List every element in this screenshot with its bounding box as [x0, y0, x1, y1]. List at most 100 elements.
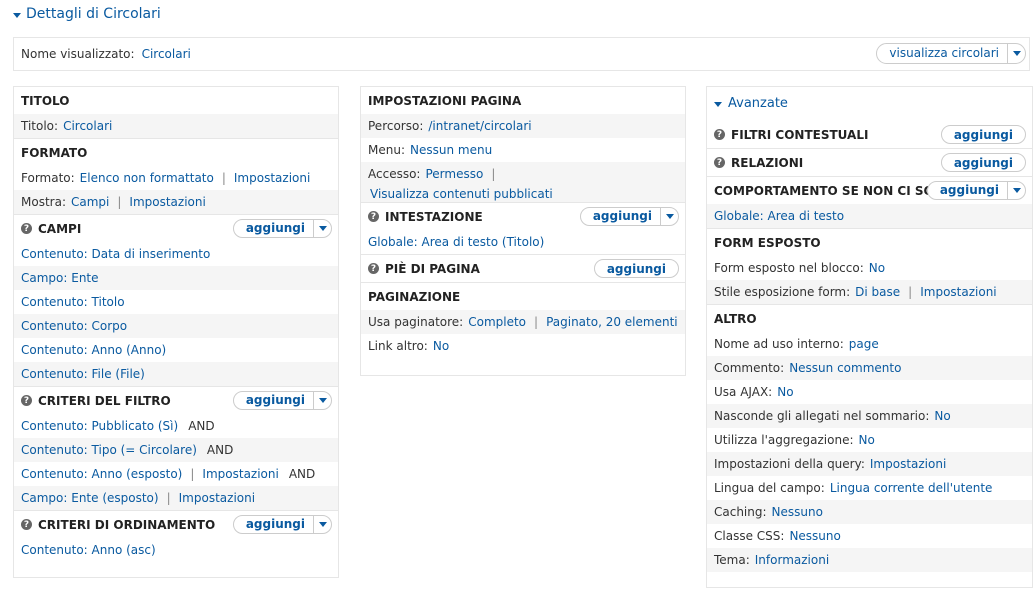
filter-add-dropbutton[interactable]: aggiungi: [232, 391, 332, 410]
title-link[interactable]: Circolari: [63, 119, 112, 133]
other-value-link[interactable]: Nessuno: [772, 505, 823, 519]
field-link[interactable]: Contenuto: Titolo: [21, 295, 125, 309]
filter-link[interactable]: Contenuto: Tipo (= Circolare): [21, 443, 197, 457]
help-icon[interactable]: ?: [714, 157, 725, 168]
relationships-add-button[interactable]: aggiungi: [940, 153, 1026, 172]
other-value-link[interactable]: Informazioni: [755, 553, 829, 567]
chevron-down-icon: [665, 214, 674, 219]
contextual-add-button[interactable]: aggiungi: [940, 125, 1026, 144]
no-results-item-link[interactable]: Globale: Area di testo: [714, 209, 844, 223]
format-settings-link[interactable]: Impostazioni: [234, 171, 310, 185]
no-results-header-text: COMPORTAMENTO SE NON CI SONO RISULTATI: [714, 183, 938, 198]
title-label: Titolo:: [21, 119, 59, 133]
other-label: Classe CSS:: [714, 529, 785, 543]
dropdown-toggle[interactable]: [660, 208, 678, 225]
sort-add-dropbutton[interactable]: aggiungi: [232, 515, 332, 534]
pager-settings-link[interactable]: Paginato, 20 elementi: [546, 315, 678, 329]
page-title[interactable]: Dettagli di Circolari: [13, 6, 161, 22]
filter-row: Campo: Ente (esposto) | Impostazioni: [14, 486, 338, 510]
footer-add-button[interactable]: aggiungi: [593, 259, 679, 278]
section-header-header: ? INTESTAZIONE aggiungi: [361, 203, 685, 230]
exposed-block-row: Form esposto nel blocco: No: [707, 256, 1032, 280]
path-row: Percorso: /intranet/circolari: [361, 114, 685, 138]
dropdown-toggle[interactable]: [1007, 44, 1025, 63]
help-icon[interactable]: ?: [21, 519, 32, 530]
help-icon[interactable]: ?: [21, 223, 32, 234]
dropdown-toggle[interactable]: [313, 516, 331, 533]
sort-link[interactable]: Contenuto: Anno (asc): [21, 543, 156, 557]
field-link[interactable]: Campo: Ente: [21, 271, 99, 285]
filter-add-button[interactable]: aggiungi: [234, 392, 313, 409]
sort-row[interactable]: Contenuto: Anno (asc): [14, 538, 338, 562]
view-display-dropbutton[interactable]: visualizza circolari: [876, 43, 1026, 64]
other-label: Utilizza l'aggregazione:: [714, 433, 854, 447]
section-no-results-header: COMPORTAMENTO SE NON CI SONO RISULTATI a…: [707, 177, 1032, 204]
other-label: Commento:: [714, 361, 785, 375]
exposed-block-link[interactable]: No: [869, 261, 885, 275]
field-link[interactable]: Contenuto: File (File): [21, 367, 145, 381]
field-row[interactable]: Contenuto: Corpo: [14, 314, 338, 338]
pager-label: Usa paginatore:: [368, 315, 464, 329]
field-row[interactable]: Contenuto: Data di inserimento: [14, 242, 338, 266]
path-link[interactable]: /intranet/circolari: [428, 119, 531, 133]
sort-add-button[interactable]: aggiungi: [234, 516, 313, 533]
menu-link[interactable]: Nessun menu: [410, 143, 492, 157]
header-item-row[interactable]: Globale: Area di testo (Titolo): [361, 230, 685, 254]
filter-link[interactable]: Contenuto: Pubblicato (Sì): [21, 419, 178, 433]
field-link[interactable]: Contenuto: Anno (Anno): [21, 343, 166, 357]
other-value-link[interactable]: page: [849, 337, 879, 351]
dropdown-toggle[interactable]: [313, 220, 331, 237]
help-icon[interactable]: ?: [21, 395, 32, 406]
header-item-link[interactable]: Globale: Area di testo (Titolo): [368, 235, 544, 249]
field-row[interactable]: Contenuto: File (File): [14, 362, 338, 386]
filter-link[interactable]: Contenuto: Anno (esposto): [21, 467, 182, 481]
dropdown-toggle[interactable]: [313, 392, 331, 409]
other-value-link[interactable]: Impostazioni: [870, 457, 946, 471]
field-row[interactable]: Contenuto: Anno (Anno): [14, 338, 338, 362]
exposed-style-row: Stile esposizione form: Di base | Impost…: [707, 280, 1032, 304]
dropdown-toggle[interactable]: [1007, 182, 1025, 199]
exposed-style-label: Stile esposizione form:: [714, 285, 851, 299]
show-settings-link[interactable]: Impostazioni: [129, 195, 205, 209]
advanced-toggle[interactable]: Avanzate: [707, 90, 1032, 117]
header-add-button[interactable]: aggiungi: [581, 208, 660, 225]
other-value-link[interactable]: Nessuno: [789, 529, 840, 543]
column-middle: IMPOSTAZIONI PAGINA Percorso: /intranet/…: [360, 86, 686, 376]
no-results-add-button[interactable]: aggiungi: [928, 182, 1007, 199]
collapse-triangle-icon: [13, 12, 21, 18]
fields-add-dropbutton[interactable]: aggiungi: [232, 219, 332, 238]
more-link-value[interactable]: No: [433, 339, 449, 353]
access-link[interactable]: Permesso: [425, 167, 483, 181]
section-exposed-form-header: FORM ESPOSTO: [714, 235, 821, 250]
filter-settings-link[interactable]: Impostazioni: [202, 467, 278, 481]
header-add-dropbutton[interactable]: aggiungi: [579, 207, 679, 226]
other-value-link[interactable]: Nessun commento: [789, 361, 901, 375]
no-results-add-dropbutton[interactable]: aggiungi: [926, 181, 1026, 200]
pager-row: Usa paginatore: Completo | Paginato, 20 …: [361, 310, 685, 334]
show-link[interactable]: Campi: [71, 195, 109, 209]
format-link[interactable]: Elenco non formattato: [80, 171, 214, 185]
other-value-link[interactable]: Lingua corrente dell'utente: [830, 481, 993, 495]
help-icon[interactable]: ?: [368, 211, 379, 222]
other-value-link[interactable]: No: [859, 433, 875, 447]
filter-settings-link[interactable]: Impostazioni: [179, 491, 255, 505]
exposed-style-settings-link[interactable]: Impostazioni: [920, 285, 996, 299]
display-name-link[interactable]: Circolari: [142, 47, 191, 61]
fields-add-button[interactable]: aggiungi: [234, 220, 313, 237]
other-label: Impostazioni della query:: [714, 457, 865, 471]
other-value-link[interactable]: No: [777, 385, 793, 399]
field-row[interactable]: Contenuto: Titolo: [14, 290, 338, 314]
exposed-style-link[interactable]: Di base: [855, 285, 900, 299]
pager-link[interactable]: Completo: [468, 315, 526, 329]
other-row: Nasconde gli allegati nel sommario: No: [707, 404, 1032, 428]
no-results-item-row[interactable]: Globale: Area di testo: [707, 204, 1032, 228]
help-icon[interactable]: ?: [714, 129, 725, 140]
view-display-button[interactable]: visualizza circolari: [877, 44, 1007, 63]
field-row[interactable]: Campo: Ente: [14, 266, 338, 290]
access-settings-link[interactable]: Visualizza contenuti pubblicati: [370, 187, 553, 201]
other-value-link[interactable]: No: [934, 409, 950, 423]
field-link[interactable]: Contenuto: Corpo: [21, 319, 127, 333]
help-icon[interactable]: ?: [368, 263, 379, 274]
filter-link[interactable]: Campo: Ente (esposto): [21, 491, 159, 505]
field-link[interactable]: Contenuto: Data di inserimento: [21, 247, 210, 261]
